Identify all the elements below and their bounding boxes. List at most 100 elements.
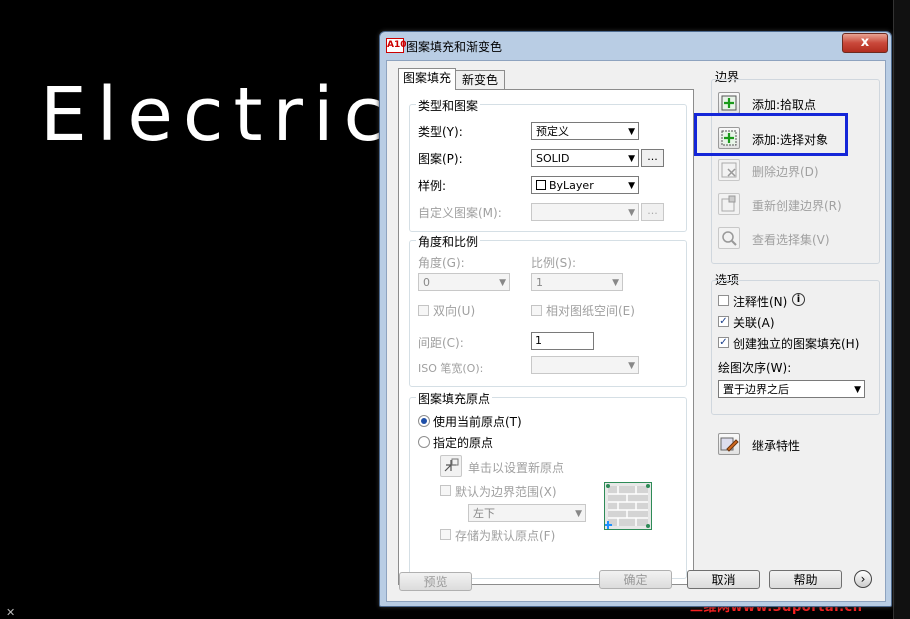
set-origin-button[interactable]	[440, 455, 462, 477]
more-options-button[interactable]: ›	[854, 570, 872, 588]
chevron-down-icon: ▼	[612, 278, 619, 288]
brick-pattern-icon	[604, 484, 650, 529]
use-current-origin-label: 使用当前原点(T)	[433, 415, 522, 429]
chevron-down-icon: ▼	[854, 385, 861, 395]
help-button[interactable]: 帮助	[769, 570, 842, 589]
draw-order-select[interactable]: 置于边界之后 ▼	[718, 380, 865, 398]
type-select[interactable]: 预定义 ▼	[531, 122, 639, 140]
remove-boundary-icon	[721, 162, 737, 178]
separate-hatches-checkbox[interactable]: ✓	[718, 337, 729, 348]
iso-pen-width-label: ISO 笔宽(O):	[418, 362, 484, 375]
chevron-down-icon: ▼	[628, 361, 635, 371]
swatch-select[interactable]: ByLayer ▼	[531, 176, 639, 194]
tab-gradient[interactable]: 新变色	[455, 70, 505, 89]
view-selections-button[interactable]	[718, 227, 740, 249]
specified-origin-radio[interactable]	[418, 436, 430, 448]
scale-label: 比例(S):	[531, 256, 577, 270]
recreate-boundary-button[interactable]	[718, 193, 740, 215]
spacing-input[interactable]: 1	[531, 332, 594, 350]
draw-order-value: 置于边界之后	[723, 383, 789, 396]
chevron-down-icon: ▼	[628, 181, 635, 191]
chevron-down-icon: ▼	[575, 509, 582, 519]
dialog-titlebar[interactable]: A10 图案填充和渐变色 x	[380, 32, 891, 58]
relative-paper-space-label: 相对图纸空间(E)	[546, 304, 635, 318]
custom-pattern-label: 自定义图案(M):	[418, 206, 502, 220]
inherit-properties-icon	[720, 437, 739, 452]
hatch-gradient-dialog: A10 图案填充和渐变色 x 图案填充 新变色 类型和图案 类型(Y): 预定义…	[379, 31, 892, 607]
view-selection-icon	[722, 231, 737, 246]
custom-pattern-browse-button[interactable]: ...	[641, 203, 664, 221]
remove-boundaries-button[interactable]	[718, 159, 740, 181]
recreate-boundary-label: 重新创建边界(R)	[752, 199, 842, 213]
store-default-origin-label: 存储为默认原点(F)	[455, 529, 556, 543]
angle-label: 角度(G):	[418, 256, 465, 270]
pattern-label: 图案(P):	[418, 152, 463, 166]
click-set-origin-label: 单击以设置新原点	[468, 461, 565, 475]
type-pattern-title: 类型和图案	[416, 97, 481, 114]
specified-origin-label: 指定的原点	[433, 436, 494, 450]
custom-pattern-select[interactable]: ▼	[531, 203, 639, 221]
close-button[interactable]: x	[842, 33, 888, 53]
hatch-origin-title: 图案填充原点	[416, 390, 493, 407]
inherit-properties-button[interactable]	[718, 433, 740, 455]
use-current-origin-radio[interactable]	[418, 415, 430, 427]
associative-checkbox[interactable]: ✓	[718, 316, 729, 327]
swatch-select-value: ByLayer	[549, 179, 594, 192]
set-origin-icon	[444, 458, 459, 472]
default-to-extents-label: 默认为边界范围(X)	[455, 485, 557, 499]
origin-position-value: 左下	[473, 507, 495, 520]
swatch-label: 样例:	[418, 179, 447, 193]
associative-label: 关联(A)	[733, 316, 775, 330]
recreate-boundary-icon	[721, 195, 736, 212]
type-label: 类型(Y):	[418, 125, 463, 139]
angle-select[interactable]: 0 ▼	[418, 273, 510, 291]
drawing-text: Electric	[40, 72, 395, 158]
pattern-select[interactable]: SOLID ▼	[531, 149, 639, 167]
preview-button[interactable]: 预览	[399, 572, 472, 591]
default-to-extents-checkbox[interactable]	[440, 485, 451, 496]
angle-value: 0	[423, 276, 430, 289]
type-select-value: 预定义	[536, 125, 569, 138]
scale-select[interactable]: 1 ▼	[531, 273, 623, 291]
canvas-right-edge	[893, 0, 910, 619]
highlight-annotation-box	[694, 113, 848, 156]
annotative-label: 注释性(N)	[733, 295, 788, 309]
relative-paper-space-checkbox[interactable]	[531, 305, 542, 316]
chevron-down-icon: ▼	[628, 208, 635, 218]
iso-pen-width-select[interactable]: ▼	[531, 356, 639, 374]
type-pattern-group: 类型和图案 类型(Y): 预定义 ▼ 图案(P): SOLID ▼ ... 样例…	[409, 97, 687, 232]
scale-value: 1	[536, 276, 543, 289]
angle-scale-group: 角度和比例 角度(G): 0 ▼ 比例(S): 1 ▼ 双向(U) 相对图纸空间…	[409, 233, 687, 387]
info-icon[interactable]: i	[792, 293, 805, 306]
double-label: 双向(U)	[433, 304, 476, 318]
annotative-checkbox[interactable]	[718, 295, 729, 306]
pattern-select-value: SOLID	[536, 152, 570, 165]
draw-order-label: 绘图次序(W):	[718, 361, 792, 375]
swatch-color-box	[536, 180, 546, 190]
add-pick-points-button[interactable]	[718, 92, 740, 114]
pattern-browse-button[interactable]: ...	[641, 149, 664, 167]
chevron-down-icon: ▼	[628, 154, 635, 164]
double-checkbox[interactable]	[418, 305, 429, 316]
dialog-title: 图案填充和渐变色	[406, 40, 503, 54]
chevron-down-icon: ▼	[628, 127, 635, 137]
cancel-button[interactable]: 取消	[687, 570, 760, 589]
store-default-origin-checkbox[interactable]	[440, 529, 451, 540]
origin-preview-image	[604, 482, 652, 530]
dialog-client: 图案填充 新变色 类型和图案 类型(Y): 预定义 ▼ 图案(P): SOLID…	[386, 60, 886, 602]
autocad-icon: A10	[386, 38, 407, 53]
chevron-down-icon: ▼	[499, 278, 506, 288]
origin-position-select[interactable]: 左下 ▼	[468, 504, 586, 522]
ucs-icon: ✕	[6, 606, 16, 619]
hatch-origin-group: 图案填充原点 使用当前原点(T) 指定的原点 单击以设置新原点 默认为边界范围(…	[409, 390, 687, 579]
add-pick-points-label: 添加:拾取点	[752, 98, 817, 112]
hatch-tab-panel: 类型和图案 类型(Y): 预定义 ▼ 图案(P): SOLID ▼ ... 样例…	[398, 89, 694, 585]
pick-points-icon	[721, 95, 737, 111]
spacing-label: 间距(C):	[418, 336, 464, 350]
remove-boundaries-label: 删除边界(D)	[752, 165, 819, 179]
separate-hatches-label: 创建独立的图案填充(H)	[733, 337, 860, 351]
tab-hatch[interactable]: 图案填充	[398, 68, 456, 90]
angle-scale-title: 角度和比例	[416, 233, 481, 250]
view-selections-label: 查看选择集(V)	[752, 233, 830, 247]
ok-button[interactable]: 确定	[599, 570, 672, 589]
